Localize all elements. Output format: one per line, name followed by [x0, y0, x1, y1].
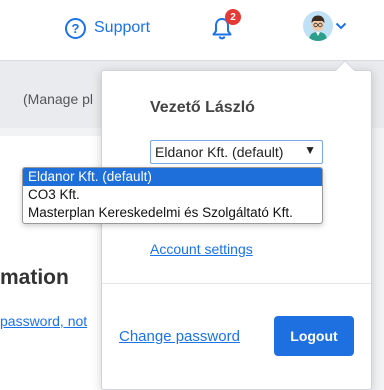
- avatar: [303, 11, 333, 41]
- section-heading: mation: [0, 266, 69, 289]
- subheader-text: (Manage pl: [23, 91, 94, 107]
- support-label: Support: [94, 19, 151, 36]
- company-option[interactable]: Eldanor Kft. (default): [23, 168, 322, 186]
- chevron-down-icon: [335, 22, 347, 30]
- dropdown-arrow-icon: ▼: [304, 143, 316, 157]
- change-password-link[interactable]: Change password: [119, 328, 240, 345]
- help-circle-icon: ?: [65, 17, 86, 39]
- company-select-value: Eldanor Kft. (default): [155, 144, 284, 160]
- panel-divider: [102, 283, 371, 284]
- company-options-list: Eldanor Kft. (default) CO3 Kft. Masterpl…: [22, 167, 323, 224]
- company-select[interactable]: Eldanor Kft. (default) ▼: [150, 140, 323, 164]
- notifications-button[interactable]: 2: [211, 9, 241, 43]
- user-menu-toggle[interactable]: [303, 11, 347, 41]
- support-link[interactable]: ? Support: [65, 16, 150, 40]
- password-link[interactable]: password, not: [0, 313, 87, 329]
- user-name: Vezető László: [150, 99, 255, 116]
- company-option[interactable]: Masterplan Kereskedelmi és Szolgáltató K…: [23, 204, 322, 222]
- top-header: ? Support 2: [0, 0, 384, 60]
- account-settings-link[interactable]: Account settings: [150, 241, 253, 257]
- logout-button[interactable]: Logout: [274, 316, 354, 356]
- company-option[interactable]: CO3 Kft.: [23, 186, 322, 204]
- notification-badge: 2: [225, 9, 241, 25]
